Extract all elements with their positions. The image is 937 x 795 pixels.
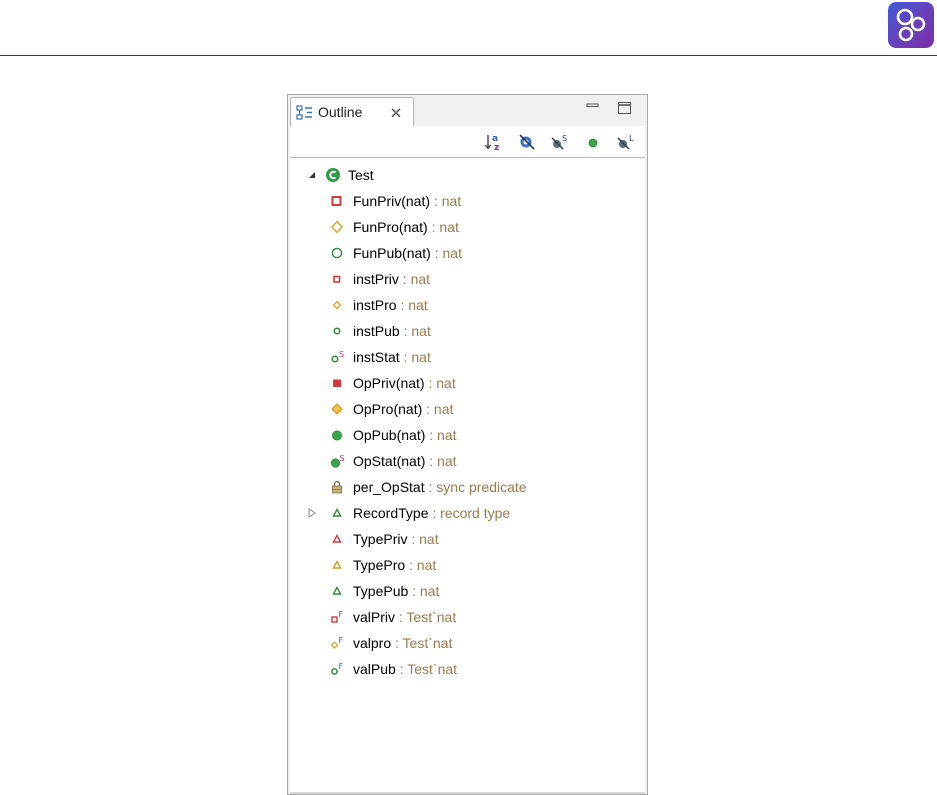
svg-text:F: F: [339, 662, 344, 671]
tree-item-label: TypePro : nat: [353, 554, 436, 576]
tab-outline[interactable]: Outline: [290, 97, 414, 126]
member-name: instPub: [353, 323, 400, 339]
tree-item-label: instPriv : nat: [353, 268, 430, 290]
member-name: valpro: [353, 635, 392, 651]
member-name: FunPriv(nat): [353, 193, 431, 209]
header-divider: [0, 55, 937, 56]
sort-alphabetically-icon[interactable]: a z: [485, 133, 503, 151]
class-icon: [326, 168, 340, 182]
member-name: instPriv: [353, 271, 399, 287]
tree-item-label: RecordType : record type: [353, 502, 510, 524]
member-type: : sync predicate: [424, 479, 527, 495]
tree-item-label: instPub : nat: [353, 320, 431, 342]
member-name: RecordType: [353, 505, 429, 521]
member-name: OpPub(nat): [353, 427, 426, 443]
expanded-twisty-icon[interactable]: [308, 171, 316, 179]
tree-item-label: FunPriv(nat) : nat: [353, 190, 461, 212]
tree-item-label: instPro : nat: [353, 294, 428, 316]
svg-text:L: L: [629, 134, 634, 143]
member-type: : Test`nat: [395, 609, 457, 625]
tree-item-label: TypePub : nat: [353, 580, 439, 602]
tree-root-label: Test: [348, 167, 374, 183]
member-type: : nat: [396, 297, 428, 313]
tree-item-label: FunPro(nat) : nat: [353, 216, 459, 238]
hide-local-types-icon[interactable]: L: [617, 133, 635, 151]
tab-outline-label: Outline: [318, 104, 363, 120]
tree-item-label: valpro : Test`nat: [353, 632, 452, 654]
member-name: per_OpStat: [353, 479, 425, 495]
member-name: OpPro(nat): [353, 401, 423, 417]
hide-non-public-members-icon[interactable]: [584, 133, 602, 151]
outline-icon: [296, 105, 312, 120]
hide-fields-icon[interactable]: [518, 133, 536, 151]
member-type: : Test`nat: [395, 661, 458, 677]
svg-text:S: S: [340, 454, 345, 463]
member-name: instPro: [353, 297, 397, 313]
logo-circles-icon: [896, 8, 926, 42]
member-type: : Test`nat: [391, 635, 453, 651]
member-type: : nat: [427, 219, 459, 235]
maximize-icon[interactable]: [617, 100, 633, 116]
tree-item-label: TypePriv : nat: [353, 528, 439, 550]
close-icon[interactable]: [390, 107, 402, 119]
member-type: : nat: [425, 427, 457, 443]
member-type: : nat: [430, 245, 462, 261]
member-type: : nat: [408, 583, 440, 599]
tree-item-label: FunPub(nat) : nat: [353, 242, 462, 264]
app-logo: [888, 2, 934, 48]
minimize-icon[interactable]: [585, 100, 601, 116]
svg-text:F: F: [339, 636, 344, 645]
member-type: : nat: [422, 401, 454, 417]
member-type: : nat: [425, 453, 457, 469]
member-name: FunPro(nat): [353, 219, 428, 235]
member-type: : nat: [399, 323, 431, 339]
outline-view: Outline a z S L Test FunPriv(nat): nat …: [287, 94, 648, 795]
collapsed-twisty-icon[interactable]: [308, 508, 316, 518]
member-name: TypePub: [353, 583, 409, 599]
member-type: : nat: [407, 531, 439, 547]
view-tab-bar: Outline: [288, 95, 647, 126]
member-name: OpPriv(nat): [353, 375, 425, 391]
member-type: : nat: [424, 375, 456, 391]
member-name: valPub: [353, 661, 396, 677]
outline-toolbar: a z S L: [290, 126, 645, 157]
member-type: : nat: [405, 557, 437, 573]
member-name: OpStat(nat): [353, 453, 426, 469]
member-name: TypePro: [353, 557, 406, 573]
svg-text:z: z: [494, 143, 499, 151]
member-name: valPriv: [353, 609, 396, 625]
member-name: instStat: [353, 349, 400, 365]
svg-text:S: S: [339, 350, 344, 359]
tree-item-label: valPub : Test`nat: [353, 658, 457, 680]
tree-item-label: OpPriv(nat) : nat: [353, 372, 456, 394]
member-name: TypePriv: [353, 531, 408, 547]
tree-item-label: valPriv : Test`nat: [353, 606, 456, 628]
member-type: : record type: [428, 505, 511, 521]
outline-tree: Test FunPriv(nat) : nat FunPro(nat) : nat…: [290, 157, 645, 792]
member-type: : nat: [398, 271, 431, 287]
svg-text:S: S: [562, 134, 567, 143]
member-type: : nat: [399, 349, 431, 365]
tree-item-label: OpPub(nat) : nat: [353, 424, 457, 446]
tree-item-label: OpStat(nat) : nat: [353, 450, 457, 472]
hide-static-members-icon[interactable]: S: [551, 133, 569, 151]
svg-text:F: F: [339, 610, 344, 619]
member-type: : nat: [430, 193, 462, 209]
tree-item-label: OpPro(nat) : nat: [353, 398, 453, 420]
tree-item-label: instStat : nat: [353, 346, 431, 368]
tree-item-label: per_OpStat : sync predicate: [353, 476, 527, 498]
member-name: FunPub(nat): [353, 245, 431, 261]
